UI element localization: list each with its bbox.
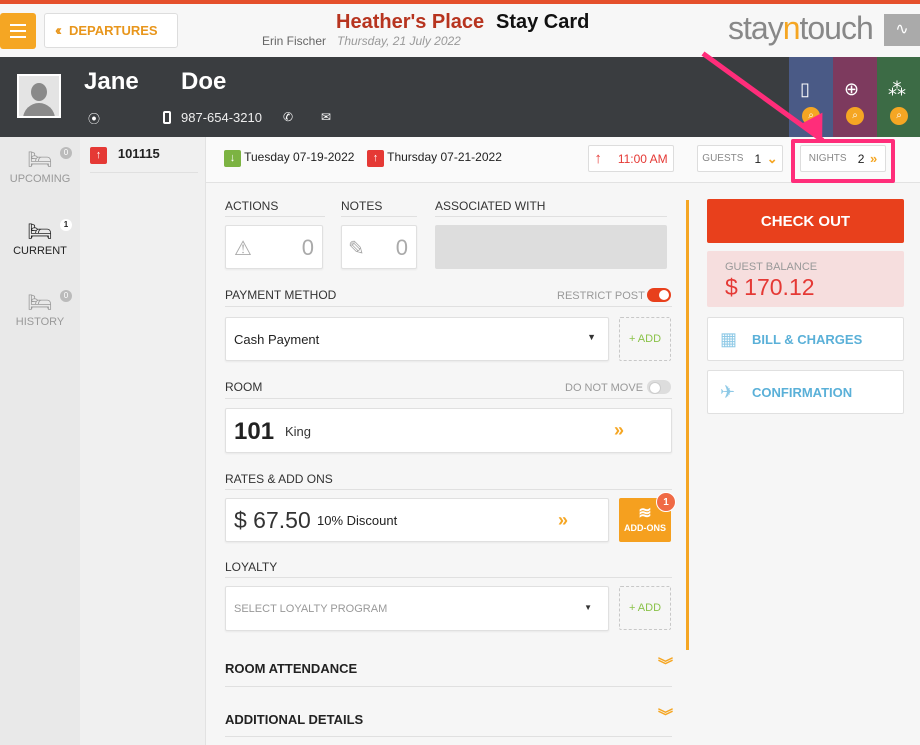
annotation-highlight-box: [791, 139, 895, 183]
arrow-up-icon: ↑: [594, 150, 602, 167]
loyalty-select[interactable]: SELECT LOYALTY PROGRAM ▼: [225, 586, 609, 631]
departure-date[interactable]: ↑ Thursday 07-21-2022: [367, 150, 502, 167]
scroll-indicator[interactable]: [686, 200, 689, 650]
associated-with-field[interactable]: [435, 225, 667, 269]
divider: [341, 216, 417, 217]
activity-icon[interactable]: ∿: [884, 14, 920, 46]
divider: [225, 398, 672, 399]
guest-phone[interactable]: 987-654-3210: [181, 110, 262, 125]
add-ons-button[interactable]: 1 ≋ ADD-ONS: [619, 492, 676, 542]
payment-method-label: PAYMENT METHOD: [225, 288, 337, 302]
search-icon: ⌕: [890, 107, 908, 125]
double-chevron-left-icon: ‹‹: [55, 22, 62, 39]
nav-history[interactable]: 🛏 0 HISTORY: [0, 290, 80, 328]
stayntouch-logo: stayntouch: [728, 10, 874, 46]
divider: [225, 686, 672, 687]
notes-box[interactable]: ✎ 0: [341, 225, 417, 269]
send-icon: ✈: [720, 382, 736, 402]
restrict-post-toggle[interactable]: [647, 288, 671, 302]
confirmation-button[interactable]: ✈ CONFIRMATION: [707, 370, 904, 414]
check-out-button[interactable]: CHECK OUT: [707, 199, 904, 243]
add-loyalty-button[interactable]: + ADD: [619, 586, 671, 630]
phone-icon[interactable]: ✆: [283, 110, 293, 124]
nav-upcoming[interactable]: 🛏 0 UPCOMING: [0, 147, 80, 185]
departures-button[interactable]: ‹‹ DEPARTURES: [44, 13, 178, 48]
nav-current[interactable]: 🛏 1 CURRENT: [0, 219, 80, 257]
guest-last-name[interactable]: Doe: [181, 68, 226, 96]
chevron-down-icon: ⌄: [766, 150, 778, 166]
guest-first-name[interactable]: Jane: [84, 68, 139, 96]
double-chevron-down-icon[interactable]: ︾: [658, 654, 673, 675]
additional-details-header[interactable]: ADDITIONAL DETAILS: [225, 712, 363, 727]
warning-icon: ⚠: [234, 238, 252, 260]
divider: [225, 306, 672, 307]
divider: [225, 736, 672, 737]
bill-and-charges-button[interactable]: ▦ BILL & CHARGES: [707, 317, 904, 361]
room-label: ROOM: [225, 380, 263, 394]
caret-down-icon: ▼: [587, 332, 596, 342]
departure-time-button[interactable]: ↑ 11:00 AM: [588, 145, 674, 172]
search-icon: ⌕: [846, 107, 864, 125]
do-not-move-label: DO NOT MOVE: [565, 382, 644, 394]
guest-balance[interactable]: GUEST BALANCE $ 170.12: [707, 251, 904, 307]
add-payment-button[interactable]: + ADD: [619, 317, 671, 361]
arrival-date[interactable]: ↓ Tuesday 07-19-2022: [224, 150, 354, 167]
page-title: Stay Card: [496, 11, 590, 33]
loyalty-label: LOYALTY: [225, 560, 278, 574]
reservation-list: [80, 137, 206, 745]
email-icon[interactable]: ✉: [321, 110, 331, 124]
divider: [435, 216, 667, 217]
room-attendance-header[interactable]: ROOM ATTENDANCE: [225, 661, 357, 676]
pin-icon: ✎: [348, 238, 365, 260]
circles-icon: ⁂: [888, 79, 906, 99]
restrict-post-label: RESTRICT POST: [557, 290, 645, 302]
location-pin-icon[interactable]: ⦿: [88, 110, 100, 127]
hotel-name: Heather's Place: [336, 11, 485, 33]
departure-arrow-icon: ↑: [367, 150, 384, 167]
divider: [225, 216, 325, 217]
divider: [225, 577, 672, 578]
payment-method-select[interactable]: Cash Payment ▼: [225, 317, 609, 361]
reservation-status-nav: 🛏 0 UPCOMING 🛏 1 CURRENT 🛏 0 HISTORY: [0, 137, 80, 745]
hamburger-icon[interactable]: [0, 13, 36, 49]
room-selector[interactable]: 101 King»: [225, 408, 672, 453]
notes-label: NOTES: [341, 199, 383, 213]
globe-icon: ⊕: [844, 79, 860, 99]
calculator-icon: ▦: [720, 329, 738, 349]
actions-box[interactable]: ⚠ 0: [225, 225, 323, 269]
mobile-phone-icon: [163, 111, 171, 124]
double-chevron-down-icon[interactable]: ︾: [658, 705, 673, 726]
divider: [225, 489, 672, 490]
rate-selector[interactable]: $ 67.50 10% Discount»: [225, 498, 609, 542]
tab-company[interactable]: ⊕ ⌕: [833, 57, 877, 137]
guests-button[interactable]: GUESTS 1 ⌄: [697, 145, 783, 172]
user-name: Erin Fischer: [262, 34, 327, 48]
double-chevron-right-icon: »: [558, 510, 569, 530]
rates-label: RATES & ADD ONS: [225, 472, 333, 486]
actions-label: ACTIONS: [225, 199, 279, 213]
reservation-number[interactable]: ↑ 101115: [90, 146, 160, 164]
avatar[interactable]: [17, 74, 61, 118]
caret-down-icon: ▼: [584, 603, 592, 612]
tab-group[interactable]: ⁂ ⌕: [877, 57, 920, 137]
do-not-move-toggle[interactable]: [647, 380, 671, 394]
divider: [90, 172, 198, 173]
arrival-arrow-icon: ↓: [224, 150, 241, 167]
double-chevron-right-icon: »: [614, 420, 625, 440]
id-card-icon: ▯: [800, 79, 810, 99]
associated-label: ASSOCIATED WITH: [435, 199, 546, 213]
departure-arrow-icon: ↑: [90, 147, 107, 164]
business-date: Thursday, 21 July 2022: [337, 34, 461, 48]
